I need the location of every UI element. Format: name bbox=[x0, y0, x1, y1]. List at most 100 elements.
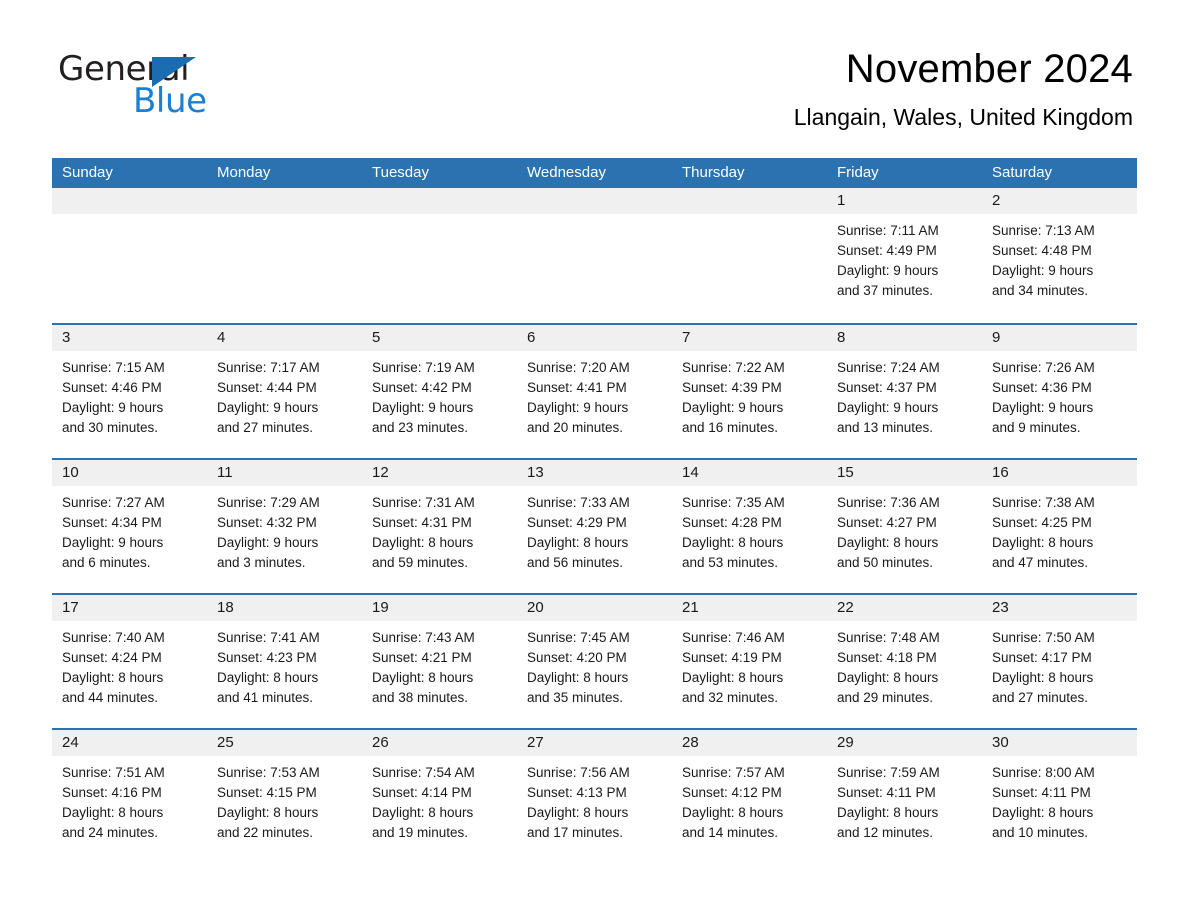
day-cell[interactable]: 13 Sunrise: 7:33 AM Sunset: 4:29 PM Dayl… bbox=[517, 460, 672, 593]
weekday-header-row: Sunday Monday Tuesday Wednesday Thursday… bbox=[52, 158, 1137, 188]
day-cell[interactable]: 6 Sunrise: 7:20 AM Sunset: 4:41 PM Dayli… bbox=[517, 325, 672, 458]
day-cell[interactable] bbox=[362, 188, 517, 323]
day-details: Sunrise: 7:46 AM Sunset: 4:19 PM Dayligh… bbox=[672, 621, 827, 708]
sunrise-text: Sunrise: 7:19 AM bbox=[372, 360, 475, 375]
sunset-text: Sunset: 4:19 PM bbox=[682, 650, 782, 665]
week-row: 17 Sunrise: 7:40 AM Sunset: 4:24 PM Dayl… bbox=[52, 593, 1137, 728]
sunset-text: Sunset: 4:41 PM bbox=[527, 380, 627, 395]
day-cell[interactable] bbox=[207, 188, 362, 323]
day-cell[interactable]: 20 Sunrise: 7:45 AM Sunset: 4:20 PM Dayl… bbox=[517, 595, 672, 728]
day-cell[interactable]: 17 Sunrise: 7:40 AM Sunset: 4:24 PM Dayl… bbox=[52, 595, 207, 728]
weekday-friday: Friday bbox=[837, 164, 879, 181]
day-number: 24 bbox=[52, 730, 207, 756]
daylight-text-line2: and 13 minutes. bbox=[837, 420, 934, 435]
sunset-text: Sunset: 4:42 PM bbox=[372, 380, 472, 395]
sunrise-text: Sunrise: 7:35 AM bbox=[682, 495, 785, 510]
day-cell[interactable] bbox=[672, 188, 827, 323]
day-number: 10 bbox=[52, 460, 207, 486]
daylight-text-line2: and 17 minutes. bbox=[527, 825, 624, 840]
sunset-text: Sunset: 4:20 PM bbox=[527, 650, 627, 665]
daylight-text-line2: and 27 minutes. bbox=[217, 420, 314, 435]
sunrise-text: Sunrise: 7:59 AM bbox=[837, 765, 940, 780]
day-cell[interactable]: 8 Sunrise: 7:24 AM Sunset: 4:37 PM Dayli… bbox=[827, 325, 982, 458]
daylight-text-line2: and 12 minutes. bbox=[837, 825, 934, 840]
day-cell[interactable]: 30 Sunrise: 8:00 AM Sunset: 4:11 PM Dayl… bbox=[982, 730, 1137, 863]
day-cell[interactable]: 23 Sunrise: 7:50 AM Sunset: 4:17 PM Dayl… bbox=[982, 595, 1137, 728]
day-cell[interactable]: 3 Sunrise: 7:15 AM Sunset: 4:46 PM Dayli… bbox=[52, 325, 207, 458]
day-cell[interactable]: 10 Sunrise: 7:27 AM Sunset: 4:34 PM Dayl… bbox=[52, 460, 207, 593]
daylight-text-line2: and 19 minutes. bbox=[372, 825, 469, 840]
day-cell[interactable]: 9 Sunrise: 7:26 AM Sunset: 4:36 PM Dayli… bbox=[982, 325, 1137, 458]
daylight-text-line2: and 29 minutes. bbox=[837, 690, 934, 705]
daylight-text-line2: and 44 minutes. bbox=[62, 690, 159, 705]
day-cell[interactable]: 14 Sunrise: 7:35 AM Sunset: 4:28 PM Dayl… bbox=[672, 460, 827, 593]
day-cell[interactable] bbox=[517, 188, 672, 323]
day-cell[interactable] bbox=[52, 188, 207, 323]
sunrise-text: Sunrise: 7:46 AM bbox=[682, 630, 785, 645]
daylight-text-line1: Daylight: 8 hours bbox=[217, 670, 319, 685]
sunrise-text: Sunrise: 7:48 AM bbox=[837, 630, 940, 645]
day-number: 29 bbox=[827, 730, 982, 756]
day-cell[interactable]: 12 Sunrise: 7:31 AM Sunset: 4:31 PM Dayl… bbox=[362, 460, 517, 593]
day-cell[interactable]: 26 Sunrise: 7:54 AM Sunset: 4:14 PM Dayl… bbox=[362, 730, 517, 863]
day-number: 27 bbox=[517, 730, 672, 756]
day-cell[interactable]: 5 Sunrise: 7:19 AM Sunset: 4:42 PM Dayli… bbox=[362, 325, 517, 458]
sunset-text: Sunset: 4:28 PM bbox=[682, 515, 782, 530]
day-number: 16 bbox=[982, 460, 1137, 486]
day-cell[interactable]: 7 Sunrise: 7:22 AM Sunset: 4:39 PM Dayli… bbox=[672, 325, 827, 458]
sunset-text: Sunset: 4:34 PM bbox=[62, 515, 162, 530]
day-details bbox=[362, 214, 517, 221]
sunrise-text: Sunrise: 7:45 AM bbox=[527, 630, 630, 645]
day-cell[interactable]: 28 Sunrise: 7:57 AM Sunset: 4:12 PM Dayl… bbox=[672, 730, 827, 863]
day-cell[interactable]: 19 Sunrise: 7:43 AM Sunset: 4:21 PM Dayl… bbox=[362, 595, 517, 728]
daylight-text-line1: Daylight: 8 hours bbox=[62, 805, 164, 820]
day-cell[interactable]: 4 Sunrise: 7:17 AM Sunset: 4:44 PM Dayli… bbox=[207, 325, 362, 458]
daylight-text-line2: and 35 minutes. bbox=[527, 690, 624, 705]
sunset-text: Sunset: 4:49 PM bbox=[837, 243, 937, 258]
day-details: Sunrise: 7:33 AM Sunset: 4:29 PM Dayligh… bbox=[517, 486, 672, 573]
weekday-sunday: Sunday bbox=[62, 164, 113, 181]
day-cell[interactable]: 29 Sunrise: 7:59 AM Sunset: 4:11 PM Dayl… bbox=[827, 730, 982, 863]
day-details: Sunrise: 7:31 AM Sunset: 4:31 PM Dayligh… bbox=[362, 486, 517, 573]
sunset-text: Sunset: 4:14 PM bbox=[372, 785, 472, 800]
sunrise-text: Sunrise: 7:40 AM bbox=[62, 630, 165, 645]
sunset-text: Sunset: 4:27 PM bbox=[837, 515, 937, 530]
day-number: 23 bbox=[982, 595, 1137, 621]
daylight-text-line1: Daylight: 8 hours bbox=[682, 535, 784, 550]
day-details bbox=[517, 214, 672, 221]
day-details: Sunrise: 7:40 AM Sunset: 4:24 PM Dayligh… bbox=[52, 621, 207, 708]
day-cell[interactable]: 1 Sunrise: 7:11 AM Sunset: 4:49 PM Dayli… bbox=[827, 188, 982, 323]
sunset-text: Sunset: 4:18 PM bbox=[837, 650, 937, 665]
day-cell[interactable]: 21 Sunrise: 7:46 AM Sunset: 4:19 PM Dayl… bbox=[672, 595, 827, 728]
day-cell[interactable]: 27 Sunrise: 7:56 AM Sunset: 4:13 PM Dayl… bbox=[517, 730, 672, 863]
day-number: 26 bbox=[362, 730, 517, 756]
daylight-text-line1: Daylight: 8 hours bbox=[992, 535, 1094, 550]
daylight-text-line1: Daylight: 8 hours bbox=[837, 805, 939, 820]
day-cell[interactable]: 22 Sunrise: 7:48 AM Sunset: 4:18 PM Dayl… bbox=[827, 595, 982, 728]
day-cell[interactable]: 25 Sunrise: 7:53 AM Sunset: 4:15 PM Dayl… bbox=[207, 730, 362, 863]
day-cell[interactable]: 15 Sunrise: 7:36 AM Sunset: 4:27 PM Dayl… bbox=[827, 460, 982, 593]
sunrise-text: Sunrise: 7:51 AM bbox=[62, 765, 165, 780]
day-number: 30 bbox=[982, 730, 1137, 756]
general-blue-logo: General Blue bbox=[58, 52, 258, 124]
day-cell[interactable]: 2 Sunrise: 7:13 AM Sunset: 4:48 PM Dayli… bbox=[982, 188, 1137, 323]
sunrise-text: Sunrise: 7:56 AM bbox=[527, 765, 630, 780]
weekday-saturday: Saturday bbox=[992, 164, 1053, 181]
day-details: Sunrise: 7:29 AM Sunset: 4:32 PM Dayligh… bbox=[207, 486, 362, 573]
day-cell[interactable]: 11 Sunrise: 7:29 AM Sunset: 4:32 PM Dayl… bbox=[207, 460, 362, 593]
sunrise-text: Sunrise: 7:54 AM bbox=[372, 765, 475, 780]
daylight-text-line1: Daylight: 9 hours bbox=[527, 400, 629, 415]
sunrise-text: Sunrise: 7:38 AM bbox=[992, 495, 1095, 510]
sunset-text: Sunset: 4:24 PM bbox=[62, 650, 162, 665]
day-details: Sunrise: 7:51 AM Sunset: 4:16 PM Dayligh… bbox=[52, 756, 207, 843]
day-cell[interactable]: 16 Sunrise: 7:38 AM Sunset: 4:25 PM Dayl… bbox=[982, 460, 1137, 593]
sunrise-text: Sunrise: 7:17 AM bbox=[217, 360, 320, 375]
day-details: Sunrise: 7:17 AM Sunset: 4:44 PM Dayligh… bbox=[207, 351, 362, 438]
sunset-text: Sunset: 4:16 PM bbox=[62, 785, 162, 800]
day-cell[interactable]: 24 Sunrise: 7:51 AM Sunset: 4:16 PM Dayl… bbox=[52, 730, 207, 863]
day-cell[interactable]: 18 Sunrise: 7:41 AM Sunset: 4:23 PM Dayl… bbox=[207, 595, 362, 728]
day-number: 25 bbox=[207, 730, 362, 756]
daylight-text-line2: and 56 minutes. bbox=[527, 555, 624, 570]
daylight-text-line1: Daylight: 8 hours bbox=[837, 670, 939, 685]
daylight-text-line1: Daylight: 8 hours bbox=[527, 535, 629, 550]
